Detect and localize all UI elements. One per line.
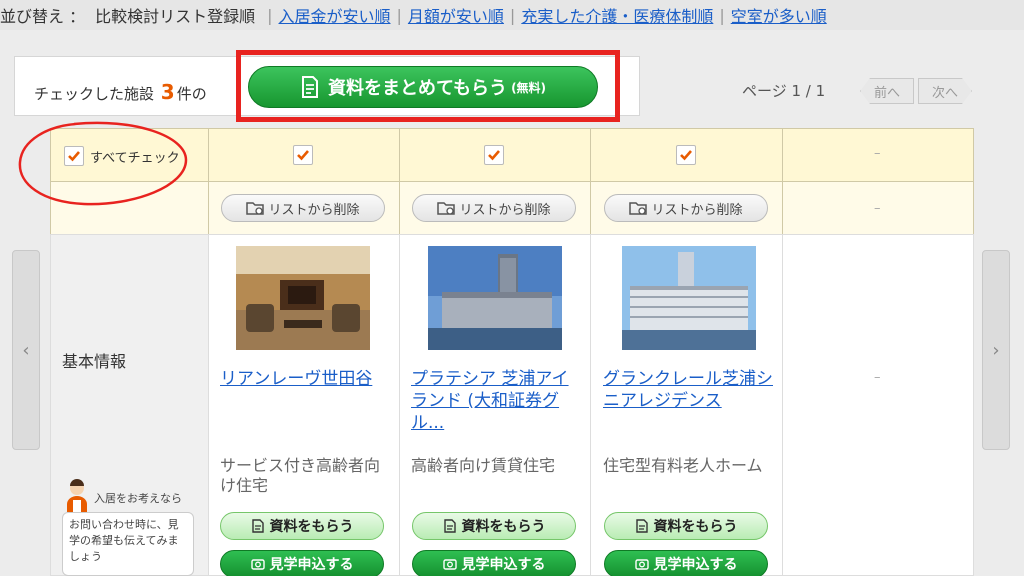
document-icon — [443, 519, 456, 533]
facility-3-checkbox[interactable] — [676, 145, 696, 165]
basic-info-label: 基本情報 — [62, 352, 127, 371]
scroll-left-button[interactable]: ‹ — [12, 250, 40, 450]
sort-current: 比較検討リスト登録順 — [95, 7, 256, 26]
facility-3-name-link[interactable]: グランクレール芝浦シニアレジデンス — [603, 368, 773, 412]
facility-2-name-link[interactable]: プラテシア 芝浦アイランド (大和証券グル... — [411, 368, 581, 434]
checked-count: 3 — [160, 80, 175, 104]
facility-3-photo[interactable] — [622, 246, 756, 350]
facility-3-request-docs-button[interactable]: 資料をもらう — [604, 512, 768, 540]
sort-bar: 並び替え ： 比較検討リスト登録順 | 入居金が安い順 | 月額が安い順 | 充… — [0, 0, 1024, 30]
advice-title: 入居をお考えなら — [94, 492, 182, 505]
facility-2-visit-button[interactable]: 見学申込する — [412, 550, 576, 576]
sort-option-monthly[interactable]: 月額が安い順 — [408, 3, 504, 27]
facility-1-checkbox[interactable] — [293, 145, 313, 165]
facility-2-type: 高齢者向け賃貸住宅 — [411, 456, 556, 475]
folder-remove-icon — [246, 202, 265, 215]
folder-remove-icon — [437, 202, 456, 215]
checkmark-icon — [680, 150, 692, 161]
facility-1-type: サービス付き高齢者向け住宅 — [220, 456, 381, 495]
annotation-circle — [18, 121, 188, 206]
document-icon — [251, 519, 264, 533]
sort-option-entry-fee[interactable]: 入居金が安い順 — [279, 3, 391, 27]
next-page-button[interactable]: 次へ — [918, 78, 972, 104]
empty-column-dash: – — [874, 146, 881, 161]
prev-page-button[interactable]: 前へ — [860, 78, 914, 104]
facility-3-type: 住宅型有料老人ホーム — [603, 456, 763, 475]
staff-avatar-icon — [67, 479, 87, 512]
facility-2-remove-button[interactable]: リストから削除 — [412, 194, 576, 222]
facility-1-remove-button[interactable]: リストから削除 — [221, 194, 385, 222]
folder-remove-icon — [629, 202, 648, 215]
page-indicator: ページ 1 / 1 — [742, 82, 826, 100]
advice-bubble: お問い合わせ時に、見学の希望も伝えてみましょう — [62, 512, 194, 576]
sort-option-vacancy[interactable]: 空室が多い順 — [731, 3, 827, 27]
facility-3-remove-button[interactable]: リストから削除 — [604, 194, 768, 222]
checkmark-icon — [297, 150, 309, 161]
sort-label: 並び替え ： — [0, 7, 86, 26]
request-all-docs-button[interactable]: 資料をまとめてもらう (無料) — [248, 66, 598, 108]
facility-2-checkbox[interactable] — [484, 145, 504, 165]
sort-option-care[interactable]: 充実した介護・医療体制順 — [521, 3, 713, 27]
chevron-left-icon: ‹ — [22, 339, 30, 361]
camera-icon — [250, 559, 265, 570]
chevron-right-icon: › — [992, 339, 1000, 361]
facility-1-photo[interactable] — [236, 246, 370, 350]
checked-count-text: チェックした施設 3 件の — [34, 80, 207, 104]
scroll-right-button[interactable]: › — [982, 250, 1010, 450]
camera-icon — [442, 559, 457, 570]
document-icon — [635, 519, 648, 533]
checkmark-icon — [488, 150, 500, 161]
camera-icon — [634, 559, 649, 570]
facility-2-request-docs-button[interactable]: 資料をもらう — [412, 512, 576, 540]
facility-1-request-docs-button[interactable]: 資料をもらう — [220, 512, 384, 540]
document-icon — [301, 76, 318, 98]
facility-1-name-link[interactable]: リアンレーヴ世田谷 — [220, 368, 390, 390]
facility-1-visit-button[interactable]: 見学申込する — [220, 550, 384, 576]
facility-2-photo[interactable] — [428, 246, 562, 350]
facility-3-visit-button[interactable]: 見学申込する — [604, 550, 768, 576]
